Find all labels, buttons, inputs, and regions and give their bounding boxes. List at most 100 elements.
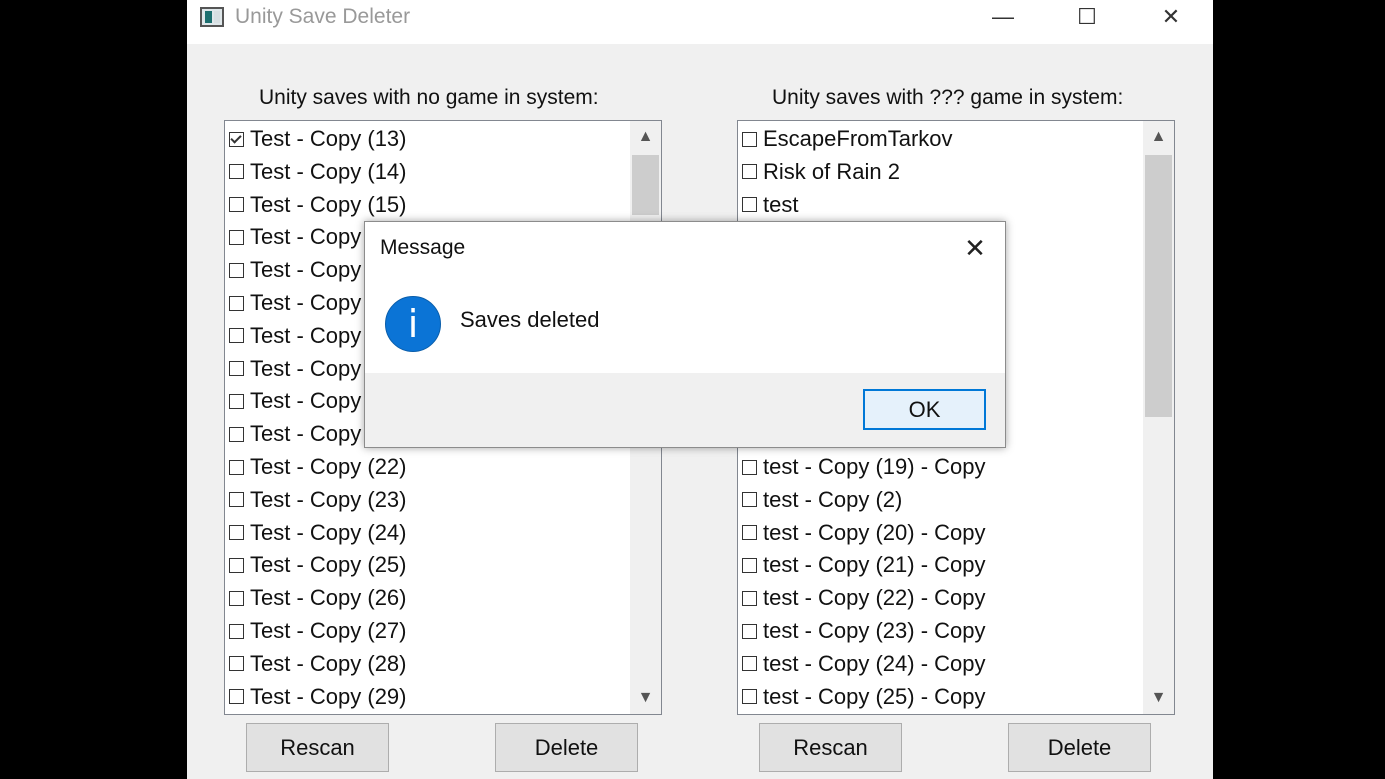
list-item[interactable]: Test - Copy (14) — [229, 156, 407, 188]
close-button[interactable]: ✕ — [1128, 0, 1213, 34]
list-item[interactable]: Test - Copy (28) — [229, 648, 407, 680]
list-item[interactable]: Test - Copy — [229, 221, 361, 253]
list-item[interactable]: Test - Copy (15) — [229, 189, 407, 221]
list-item[interactable]: test - Copy (20) - Copy — [742, 517, 986, 549]
list-scrollbar[interactable]: ▲ ▼ — [1143, 121, 1174, 714]
dialog-title: Message — [380, 236, 466, 259]
left-list-heading: Unity saves with no game in system: — [259, 86, 599, 109]
list-item-label: Test - Copy (23) — [250, 486, 407, 512]
list-item[interactable]: Test - Copy (24) — [229, 517, 407, 549]
checkbox[interactable] — [229, 656, 244, 672]
checkbox[interactable] — [229, 361, 244, 377]
list-item-label: Test - Copy — [250, 421, 362, 447]
checkbox[interactable] — [229, 689, 244, 705]
list-item[interactable]: Test - Copy (27) — [229, 615, 407, 647]
checkbox[interactable] — [229, 426, 244, 442]
left-rescan-button[interactable]: Rescan — [246, 723, 389, 772]
left-delete-button[interactable]: Delete — [495, 723, 638, 772]
checkbox[interactable] — [742, 689, 757, 705]
right-rescan-button[interactable]: Rescan — [759, 723, 902, 772]
list-item-label: test - Copy (19) - Copy — [763, 454, 986, 479]
list-item-label: Test - Copy (14) — [250, 158, 407, 184]
list-item[interactable]: Test - Copy (29) — [229, 681, 407, 713]
list-item-label: Test - Copy (13) — [250, 126, 407, 151]
list-item[interactable]: Test - Copy (22) — [229, 451, 407, 483]
list-item[interactable]: Test - Copy (13) — [229, 123, 407, 155]
checkbox[interactable] — [229, 492, 244, 508]
checkbox[interactable] — [742, 197, 757, 213]
checkbox[interactable] — [742, 492, 757, 508]
dialog-content: Message ✕ i Saves deleted — [365, 222, 1005, 373]
list-item[interactable]: test - Copy (22) - Copy — [742, 582, 986, 614]
checkbox[interactable] — [742, 459, 757, 475]
scrollbar-thumb[interactable] — [632, 155, 659, 215]
list-item-label: Test - Copy (27) — [250, 618, 407, 643]
scrollbar-thumb[interactable] — [1145, 155, 1172, 417]
checkbox[interactable] — [742, 525, 757, 541]
list-item-label: test - Copy (24) - Copy — [763, 650, 986, 676]
list-item[interactable]: Risk of Rain 2 — [742, 156, 900, 188]
list-item-label: Test - Copy (25) — [250, 552, 407, 578]
checkbox[interactable] — [229, 197, 244, 213]
checkbox[interactable] — [229, 393, 244, 409]
list-item-label: test - Copy (21) - Copy — [763, 552, 986, 578]
checkbox[interactable] — [229, 459, 244, 475]
checkbox[interactable] — [742, 590, 757, 606]
list-item[interactable]: Test - Copy — [229, 320, 361, 352]
list-item[interactable]: EscapeFromTarkov — [742, 123, 953, 155]
list-item[interactable]: Test - Copy — [229, 418, 361, 450]
checkbox[interactable] — [229, 131, 244, 147]
scroll-up-arrow-icon[interactable]: ▲ — [1143, 121, 1174, 153]
ok-button[interactable]: OK — [863, 389, 986, 430]
list-item-label: test - Copy (25) - Copy — [763, 683, 986, 709]
checkbox[interactable] — [742, 164, 757, 180]
checkbox[interactable] — [742, 623, 757, 639]
checkbox[interactable] — [229, 164, 244, 180]
list-item[interactable]: Test - Copy — [229, 385, 361, 417]
list-item[interactable]: test - Copy (24) - Copy — [742, 648, 986, 680]
list-item[interactable]: Test - Copy — [229, 287, 361, 319]
list-item[interactable]: test - Copy (21) - Copy — [742, 549, 986, 581]
list-item[interactable]: Test - Copy — [229, 254, 361, 286]
list-item[interactable]: test - Copy (25) - Copy — [742, 681, 986, 713]
checkbox[interactable] — [229, 295, 244, 311]
list-item-label: EscapeFromTarkov — [763, 126, 953, 151]
checkbox[interactable] — [742, 131, 757, 147]
list-item-label: Test - Copy (29) — [250, 683, 407, 709]
list-item-label: test - Copy (2) — [763, 486, 903, 512]
checkbox[interactable] — [229, 590, 244, 606]
list-item-label: test - Copy (20) - Copy — [763, 519, 986, 545]
checkbox[interactable] — [742, 557, 757, 573]
checkbox[interactable] — [229, 328, 244, 344]
minimize-button[interactable]: — — [960, 0, 1046, 34]
maximize-button[interactable]: ☐ — [1044, 0, 1130, 34]
list-item-label: Test - Copy — [250, 322, 362, 348]
right-list-heading: Unity saves with ??? game in system: — [772, 86, 1124, 109]
list-item[interactable]: test — [742, 189, 798, 221]
title-bar: Unity Save Deleter — ☐ ✕ — [187, 0, 1213, 44]
list-item[interactable]: Test - Copy (23) — [229, 484, 407, 516]
scroll-down-arrow-icon[interactable]: ▼ — [630, 682, 661, 714]
checkbox[interactable] — [742, 656, 757, 672]
list-item-label: Test - Copy (15) — [250, 191, 407, 217]
scroll-up-arrow-icon[interactable]: ▲ — [630, 121, 661, 153]
right-delete-button[interactable]: Delete — [1008, 723, 1151, 772]
checkbox[interactable] — [229, 229, 244, 245]
list-item-label: Risk of Rain 2 — [763, 158, 900, 184]
list-item[interactable]: test - Copy (23) - Copy — [742, 615, 986, 647]
list-item[interactable]: Test - Copy (25) — [229, 549, 407, 581]
list-item[interactable]: Test - Copy (26) — [229, 582, 407, 614]
scroll-down-arrow-icon[interactable]: ▼ — [1143, 682, 1174, 714]
list-item[interactable]: test - Copy (2) — [742, 484, 902, 516]
checkbox[interactable] — [229, 262, 244, 278]
list-item-label: Test - Copy (26) — [250, 585, 407, 611]
list-item-label: Test - Copy — [250, 224, 362, 250]
window-title: Unity Save Deleter — [235, 5, 411, 28]
checkbox[interactable] — [229, 623, 244, 639]
list-item[interactable]: Test - Copy — [229, 353, 361, 385]
dialog-close-button[interactable]: ✕ — [957, 230, 993, 266]
checkbox[interactable] — [229, 525, 244, 541]
list-item[interactable]: test - Copy (19) - Copy — [742, 451, 986, 483]
checkbox[interactable] — [229, 557, 244, 573]
list-item-label: Test - Copy — [250, 290, 362, 315]
